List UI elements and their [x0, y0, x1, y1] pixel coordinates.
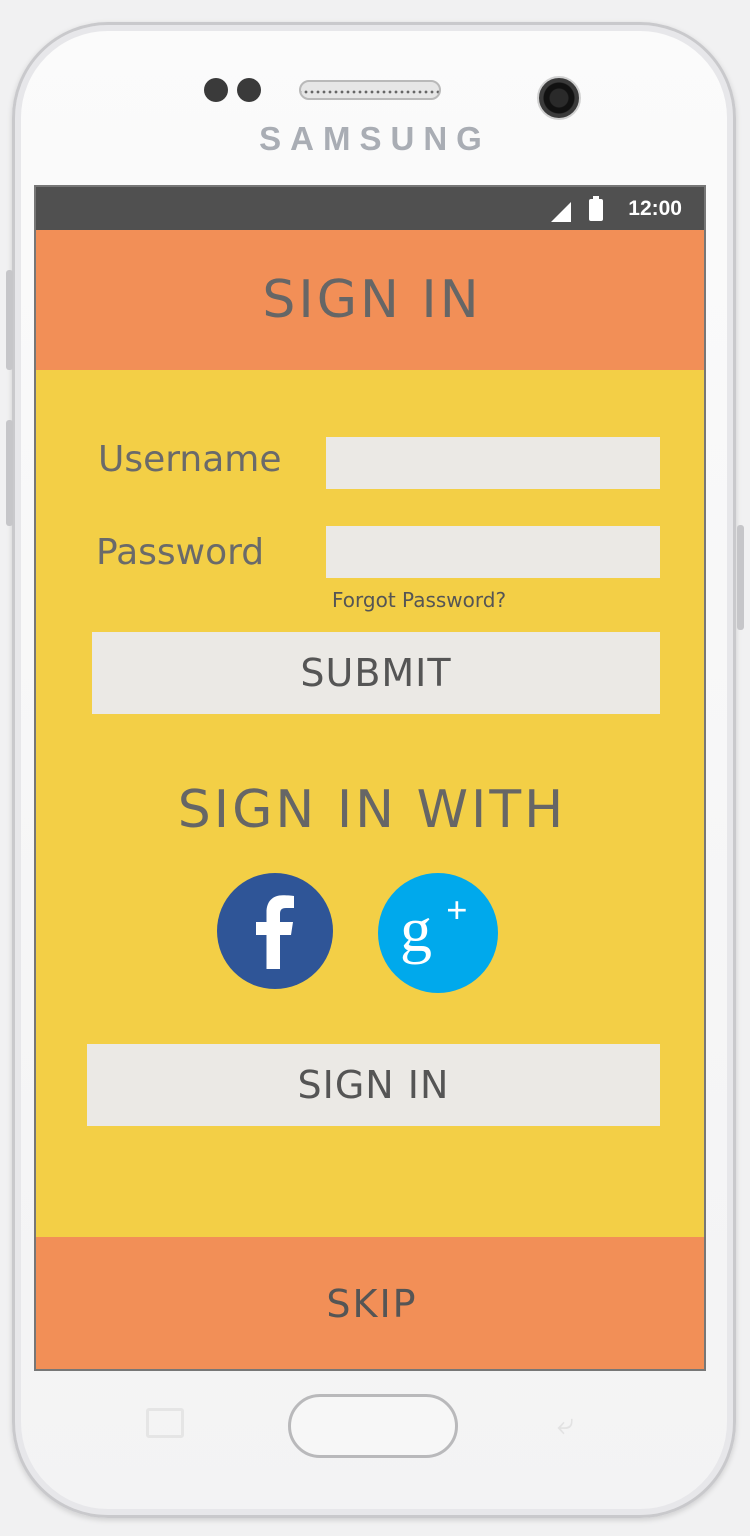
- page-header: SIGN IN: [36, 230, 704, 370]
- app-screen: 12:00 SIGN IN Username Password Forgot P…: [34, 185, 706, 1371]
- facebook-icon: [256, 895, 294, 969]
- password-label: Password: [96, 532, 265, 573]
- password-input[interactable]: [326, 526, 660, 578]
- username-label: Username: [98, 439, 282, 480]
- volume-up-button: [6, 270, 13, 370]
- username-input[interactable]: [326, 437, 660, 489]
- signal-icon: [551, 202, 571, 222]
- back-icon[interactable]: ⤶: [557, 1410, 601, 1440]
- battery-icon: [589, 196, 603, 221]
- skip-label: SKIP: [326, 1282, 418, 1326]
- svg-text:g: g: [400, 894, 432, 965]
- page-title: SIGN IN: [262, 270, 482, 330]
- google-plus-icon: g +: [400, 890, 468, 965]
- sensor-icon: [204, 78, 228, 102]
- home-button[interactable]: [288, 1394, 458, 1458]
- recent-apps-icon[interactable]: [140, 1408, 184, 1438]
- power-button: [737, 525, 744, 630]
- google-plus-button[interactable]: g +: [378, 873, 498, 993]
- earpiece-speaker: [299, 80, 441, 100]
- front-camera-icon: [537, 76, 581, 120]
- social-signin-heading: SIGN IN WITH: [177, 780, 567, 840]
- volume-down-button: [6, 420, 13, 526]
- facebook-button[interactable]: [217, 873, 333, 989]
- submit-button[interactable]: SUBMIT: [92, 632, 660, 714]
- skip-button[interactable]: SKIP: [36, 1237, 704, 1369]
- sign-in-button[interactable]: SIGN IN: [87, 1044, 660, 1126]
- status-time: 12:00: [628, 197, 682, 220]
- forgot-password-link[interactable]: Forgot Password?: [332, 588, 506, 612]
- svg-text:+: +: [446, 890, 468, 932]
- brand-logo: SAMSUNG: [259, 120, 491, 157]
- sensor-icon: [237, 78, 261, 102]
- status-bar: 12:00: [36, 187, 704, 230]
